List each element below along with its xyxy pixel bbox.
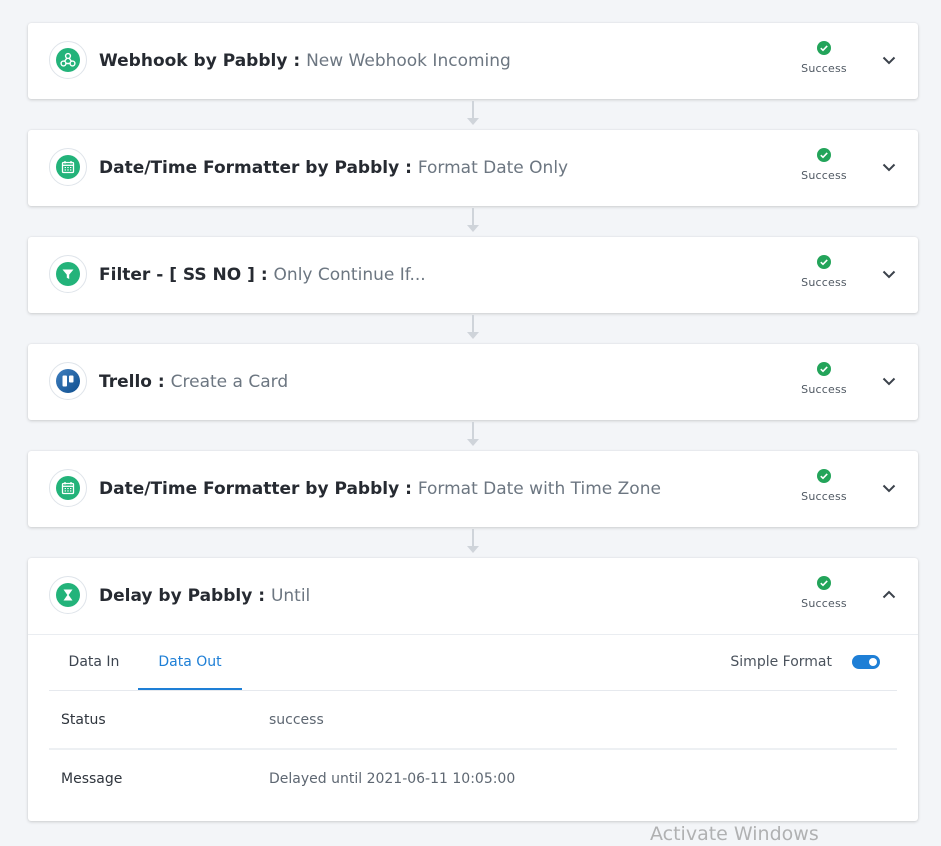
status-label: Success xyxy=(801,383,847,396)
step-app-name: Date/Time Formatter by Pabbly xyxy=(99,479,400,499)
simple-format-control: Simple Format xyxy=(730,651,880,673)
arrow-down-icon xyxy=(467,546,479,553)
row-value: Delayed until 2021-06-11 10:05:00 xyxy=(269,770,516,787)
step-title: Delay by Pabbly : Until xyxy=(99,584,310,608)
chevron-down-icon[interactable] xyxy=(880,51,898,69)
hourglass-icon xyxy=(63,589,73,601)
row-key: Status xyxy=(49,691,269,750)
step-header[interactable]: Date/Time Formatter by Pabbly : Format D… xyxy=(28,130,918,206)
app-icon xyxy=(49,148,87,186)
arrow-down-icon xyxy=(467,332,479,339)
webhook-icon xyxy=(60,52,76,67)
status-label: Success xyxy=(801,597,847,610)
step-action-name: Format Date with Time Zone xyxy=(417,479,661,499)
step-app-name: Filter - [ SS NO ] xyxy=(99,265,255,285)
step-header[interactable]: Trello : Create a Card Success xyxy=(28,344,918,420)
step-connector xyxy=(28,206,918,237)
step-datetime-formatter: Date/Time Formatter by Pabbly : Format D… xyxy=(28,130,918,206)
app-icon xyxy=(49,576,87,614)
step-separator: : xyxy=(287,51,307,71)
step-app-name: Webhook by Pabbly xyxy=(99,51,288,71)
step-separator: : xyxy=(399,158,418,178)
status-badge: Success xyxy=(790,255,858,289)
status-label: Success xyxy=(801,490,847,503)
filter-icon xyxy=(62,269,74,279)
step-title: Date/Time Formatter by Pabbly : Format D… xyxy=(99,477,661,501)
step-action-name: New Webhook Incoming xyxy=(306,51,511,71)
simple-format-label: Simple Format xyxy=(730,654,832,670)
status-badge: Success xyxy=(790,148,858,182)
check-circle-icon xyxy=(817,41,831,55)
chevron-down-icon[interactable] xyxy=(880,158,898,176)
check-circle-icon xyxy=(817,469,831,483)
activate-windows-watermark: Activate Windows xyxy=(650,823,819,845)
step-trello: Trello : Create a Card Success xyxy=(28,344,918,420)
step-action-name: Create a Card xyxy=(170,372,289,392)
table-row: Status success xyxy=(49,691,897,750)
status-badge: Success xyxy=(790,576,858,610)
simple-format-toggle[interactable] xyxy=(852,655,880,669)
step-separator: : xyxy=(151,372,171,392)
chevron-up-icon[interactable] xyxy=(880,586,898,604)
calendar-icon xyxy=(61,161,75,174)
arrow-down-icon xyxy=(467,225,479,232)
step-title: Trello : Create a Card xyxy=(99,370,288,394)
step-action-name: Format Date Only xyxy=(417,158,569,178)
step-separator: : xyxy=(399,479,418,499)
calendar-icon xyxy=(61,482,75,495)
step-action-name: Only Continue If... xyxy=(273,265,426,285)
chevron-down-icon[interactable] xyxy=(880,372,898,390)
tab-data-in[interactable]: Data In xyxy=(49,635,139,689)
step-separator: : xyxy=(252,586,271,606)
chevron-down-icon[interactable] xyxy=(880,479,898,497)
app-icon xyxy=(49,362,87,400)
step-datetime-formatter-timezone: Date/Time Formatter by Pabbly : Format D… xyxy=(28,451,918,527)
app-icon xyxy=(49,469,87,507)
status-label: Success xyxy=(801,62,847,75)
check-circle-icon xyxy=(817,255,831,269)
step-connector xyxy=(28,99,918,130)
step-filter: Filter - [ SS NO ] : Only Continue If...… xyxy=(28,237,918,313)
status-badge: Success xyxy=(790,469,858,503)
row-value: success xyxy=(269,691,897,750)
trello-icon xyxy=(62,375,74,387)
row-key: Message xyxy=(61,770,123,787)
step-title: Date/Time Formatter by Pabbly : Format D… xyxy=(99,156,568,180)
arrow-down-icon xyxy=(467,439,479,446)
step-connector xyxy=(28,527,918,558)
step-action-name: Until xyxy=(270,586,311,606)
step-header[interactable]: Filter - [ SS NO ] : Only Continue If...… xyxy=(28,237,918,313)
step-separator: : xyxy=(254,265,274,285)
step-connector xyxy=(28,420,918,451)
step-app-name: Delay by Pabbly xyxy=(99,586,253,606)
tab-data-out[interactable]: Data Out xyxy=(138,635,242,690)
data-out-table: Status success Message Delayed until 202… xyxy=(49,691,897,807)
step-connector xyxy=(28,313,918,344)
workflow-steps: Webhook by Pabbly : New Webhook Incoming… xyxy=(28,23,918,821)
chevron-down-icon[interactable] xyxy=(880,265,898,283)
check-circle-icon xyxy=(817,576,831,590)
app-icon xyxy=(49,255,87,293)
status-badge: Success xyxy=(790,41,858,75)
step-app-name: Trello xyxy=(99,372,152,392)
status-label: Success xyxy=(801,276,847,289)
check-circle-icon xyxy=(817,362,831,376)
status-badge: Success xyxy=(790,362,858,396)
toggle-knob xyxy=(869,658,877,666)
step-app-name: Date/Time Formatter by Pabbly xyxy=(99,158,400,178)
step-detail-panel: Data In Data Out Simple Format Status su… xyxy=(28,634,918,821)
app-icon xyxy=(49,41,87,79)
detail-tabs: Data In Data Out Simple Format xyxy=(49,635,897,691)
arrow-down-icon xyxy=(467,118,479,125)
step-header[interactable]: Date/Time Formatter by Pabbly : Format D… xyxy=(28,451,918,527)
step-header[interactable]: Webhook by Pabbly : New Webhook Incoming… xyxy=(28,23,918,99)
check-circle-icon xyxy=(817,148,831,162)
step-delay: Delay by Pabbly : Until Success Data In … xyxy=(28,558,918,821)
step-webhook: Webhook by Pabbly : New Webhook Incoming… xyxy=(28,23,918,99)
step-header[interactable]: Delay by Pabbly : Until Success xyxy=(28,558,918,634)
step-title: Webhook by Pabbly : New Webhook Incoming xyxy=(99,49,511,73)
table-row: Message Delayed until 2021-06-11 10:05:0… xyxy=(49,749,897,807)
status-label: Success xyxy=(801,169,847,182)
step-title: Filter - [ SS NO ] : Only Continue If... xyxy=(99,263,426,287)
